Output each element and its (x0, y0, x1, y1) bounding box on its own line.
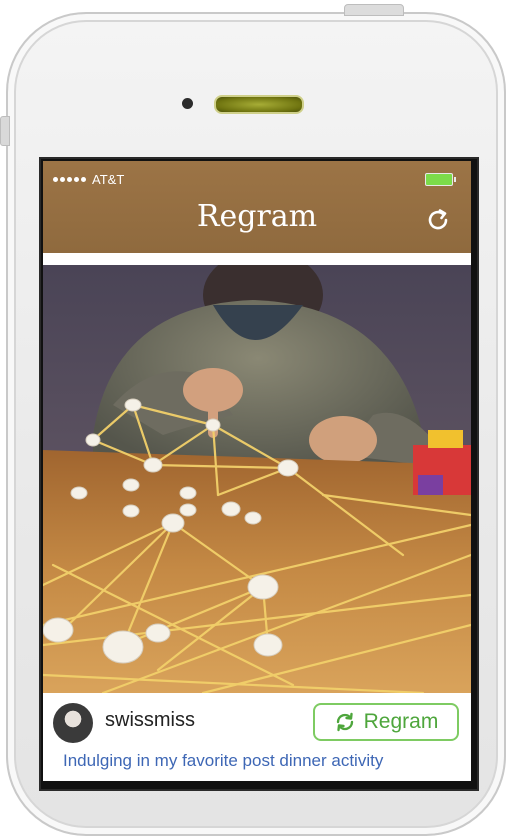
earpiece-speaker (214, 95, 304, 114)
refresh-button[interactable] (421, 203, 455, 237)
refresh-icon (428, 209, 448, 230)
repost-icon (336, 712, 353, 732)
photo-image (43, 265, 471, 693)
battery-icon (425, 173, 456, 186)
power-button (344, 4, 404, 16)
avatar[interactable] (53, 703, 93, 743)
page-title: Regram (196, 199, 318, 234)
front-camera (182, 98, 193, 109)
regram-button[interactable]: Regram (313, 703, 459, 741)
mute-switch (0, 116, 10, 146)
regram-app: AT&T Regram swissmiss Regram Indulging i… (43, 161, 471, 781)
carrier-label: AT&T (92, 171, 125, 187)
nav-bar: AT&T Regram (43, 161, 471, 253)
signal-strength-icon (53, 176, 86, 182)
username[interactable]: swissmiss (105, 709, 195, 732)
post-caption[interactable]: Indulging in my favorite post dinner act… (63, 751, 383, 771)
post-footer: swissmiss Regram Indulging in my favorit… (43, 693, 471, 781)
status-bar: AT&T (53, 171, 124, 187)
regram-button-label: Regram (363, 710, 439, 733)
post-photo[interactable] (43, 265, 471, 693)
